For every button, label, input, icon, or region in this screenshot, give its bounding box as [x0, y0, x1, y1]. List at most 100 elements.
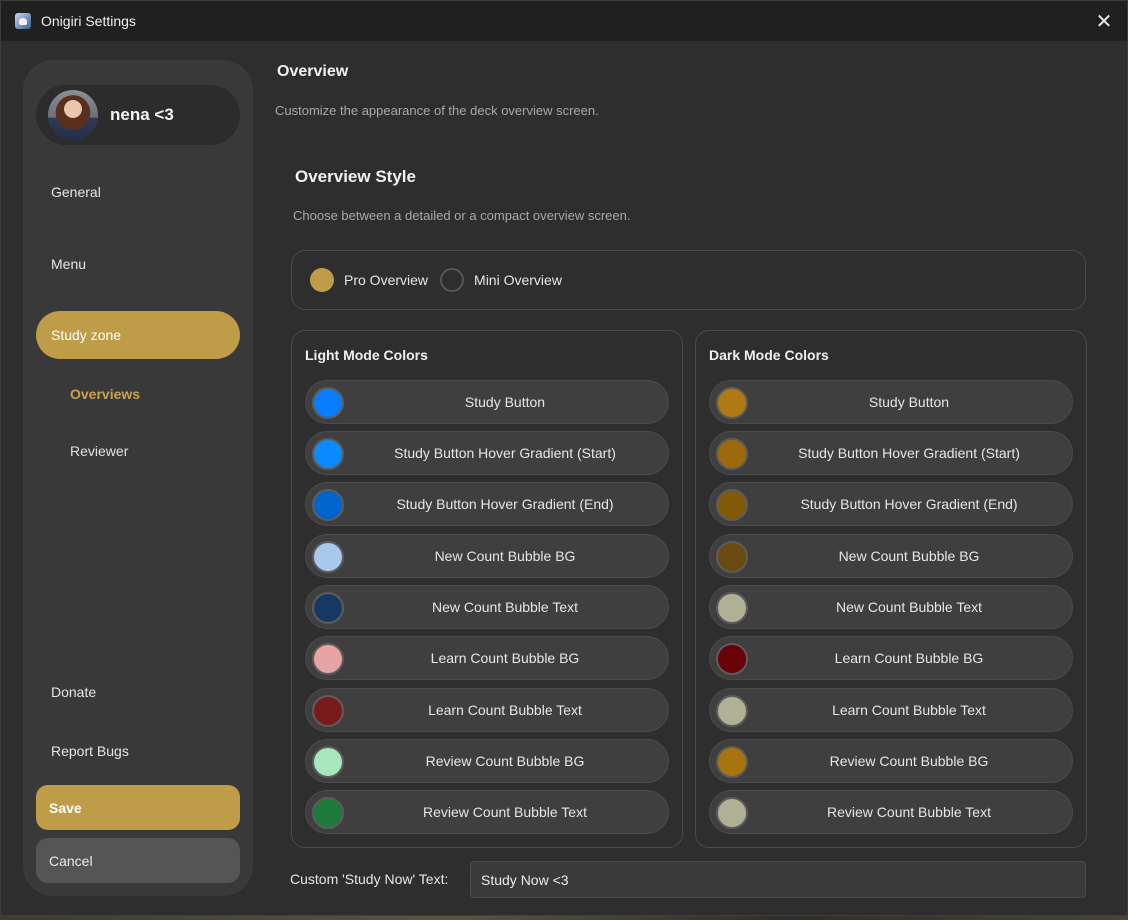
sidebar: nena <3 General Menu Study zone Overview…: [23, 60, 253, 896]
sidebar-subitem-overviews[interactable]: Overviews: [70, 382, 140, 406]
color-swatch: [312, 489, 344, 521]
color-row-label: Study Button Hover Gradient (Start): [798, 445, 1020, 461]
color-row-label: Learn Count Bubble BG: [834, 650, 984, 666]
color-swatch: [716, 387, 748, 419]
color-row-label: Review Count Bubble Text: [827, 804, 991, 820]
radio-label: Pro Overview: [344, 272, 429, 288]
color-swatch: [312, 797, 344, 829]
cancel-button[interactable]: Cancel: [36, 838, 240, 883]
pro-overview-radio[interactable]: Pro Overview: [310, 268, 428, 292]
color-swatch: [716, 541, 748, 573]
color-row-label: Study Button: [464, 394, 546, 410]
color-row-label: Learn Count Bubble BG: [430, 650, 580, 666]
save-button-label: Save: [49, 799, 82, 816]
color-row[interactable]: Study Button Hover Gradient (End): [305, 482, 669, 526]
color-row-label: New Count Bubble BG: [434, 548, 576, 564]
color-row[interactable]: New Count Bubble BG: [305, 534, 669, 578]
profile-name: nena <3: [110, 105, 174, 124]
close-icon: ✕: [1095, 10, 1113, 33]
color-row[interactable]: Review Count Bubble Text: [709, 790, 1073, 834]
page-description: Customize the appearance of the deck ove…: [275, 103, 599, 118]
color-row-label: New Count Bubble Text: [835, 599, 983, 615]
sidebar-item-general[interactable]: General: [36, 168, 240, 216]
color-swatch: [716, 746, 748, 778]
color-row-label: Learn Count Bubble Text: [832, 702, 986, 718]
color-row[interactable]: New Count Bubble Text: [709, 585, 1073, 629]
color-row[interactable]: New Count Bubble Text: [305, 585, 669, 629]
avatar: [48, 90, 98, 140]
profile-card[interactable]: nena <3: [36, 85, 240, 145]
color-swatch: [312, 541, 344, 573]
save-button[interactable]: Save: [36, 785, 240, 830]
color-row[interactable]: Learn Count Bubble Text: [709, 688, 1073, 732]
overview-style-group: Pro Overview Mini Overview: [291, 250, 1086, 310]
color-row[interactable]: Study Button Hover Gradient (Start): [709, 431, 1073, 475]
color-row-label: New Count Bubble Text: [431, 599, 579, 615]
color-swatch: [716, 643, 748, 675]
color-swatch: [716, 438, 748, 470]
close-button[interactable]: ✕: [1081, 1, 1127, 41]
color-row[interactable]: Study Button: [305, 380, 669, 424]
sidebar-subitem-label: Reviewer: [70, 443, 129, 459]
color-row[interactable]: Learn Count Bubble Text: [305, 688, 669, 732]
sidebar-item-report-bugs[interactable]: Report Bugs: [36, 727, 240, 775]
color-row[interactable]: Review Count Bubble BG: [305, 739, 669, 783]
color-swatch: [312, 387, 344, 419]
color-swatch: [716, 489, 748, 521]
overview-style-description: Choose between a detailed or a compact o…: [293, 208, 631, 223]
color-row-label: New Count Bubble BG: [838, 548, 980, 564]
color-swatch: [716, 797, 748, 829]
color-row-label: Study Button Hover Gradient (Start): [394, 445, 616, 461]
color-swatch: [312, 592, 344, 624]
radio-checked-icon: [310, 268, 334, 292]
sidebar-item-label: Donate: [51, 684, 97, 700]
color-row-label: Review Count Bubble Text: [423, 804, 587, 820]
color-swatch: [312, 746, 344, 778]
sidebar-item-study-zone[interactable]: Study zone: [36, 311, 240, 359]
cancel-button-label: Cancel: [49, 852, 93, 869]
sidebar-item-label: General: [51, 184, 101, 200]
mini-overview-radio[interactable]: Mini Overview: [440, 268, 562, 292]
sidebar-item-donate[interactable]: Donate: [36, 668, 240, 716]
overview-style-title: Overview Style: [295, 167, 416, 186]
color-row-label: Learn Count Bubble Text: [428, 702, 582, 718]
color-row-label: Study Button Hover Gradient (End): [800, 496, 1018, 512]
color-row-label: Study Button: [868, 394, 950, 410]
custom-study-now-label: Custom 'Study Now' Text:: [290, 871, 449, 887]
panel-title: Light Mode Colors: [305, 347, 428, 363]
color-swatch: [312, 643, 344, 675]
color-swatch: [312, 438, 344, 470]
onigiri-app-icon: [15, 13, 31, 29]
color-row[interactable]: New Count Bubble BG: [709, 534, 1073, 578]
color-row[interactable]: Learn Count Bubble BG: [709, 636, 1073, 680]
sidebar-subitem-reviewer[interactable]: Reviewer: [70, 439, 128, 463]
color-row-label: Review Count Bubble BG: [829, 753, 989, 769]
color-swatch: [716, 695, 748, 727]
window-title: Onigiri Settings: [41, 13, 136, 29]
title-bar: Onigiri Settings ✕: [1, 1, 1127, 41]
sidebar-item-label: Report Bugs: [51, 743, 129, 759]
sidebar-item-menu[interactable]: Menu: [36, 240, 240, 288]
radio-unchecked-icon: [440, 268, 465, 292]
color-row-label: Study Button Hover Gradient (End): [396, 496, 614, 512]
color-row[interactable]: Study Button: [709, 380, 1073, 424]
scrollbar[interactable]: [1113, 41, 1121, 917]
panel-title: Dark Mode Colors: [709, 347, 829, 363]
color-row[interactable]: Study Button Hover Gradient (Start): [305, 431, 669, 475]
custom-study-now-input[interactable]: [470, 861, 1086, 898]
color-swatch: [716, 592, 748, 624]
color-row[interactable]: Review Count Bubble BG: [709, 739, 1073, 783]
color-row-label: Review Count Bubble BG: [425, 753, 585, 769]
sidebar-item-label: Study zone: [51, 327, 122, 343]
sidebar-subitem-label: Overviews: [70, 386, 141, 402]
sidebar-item-label: Menu: [51, 256, 87, 272]
light-mode-colors-panel: Light Mode Colors Study Button Study But…: [291, 330, 683, 848]
color-row[interactable]: Review Count Bubble Text: [305, 790, 669, 834]
color-row[interactable]: Learn Count Bubble BG: [305, 636, 669, 680]
settings-window: Onigiri Settings ✕ nena <3 General Menu …: [0, 0, 1128, 916]
color-swatch: [312, 695, 344, 727]
color-row[interactable]: Study Button Hover Gradient (End): [709, 482, 1073, 526]
main-content: Overview Customize the appearance of the…: [273, 41, 1103, 917]
dark-mode-colors-panel: Dark Mode Colors Study Button Study Butt…: [695, 330, 1087, 848]
page-title: Overview: [277, 63, 349, 80]
